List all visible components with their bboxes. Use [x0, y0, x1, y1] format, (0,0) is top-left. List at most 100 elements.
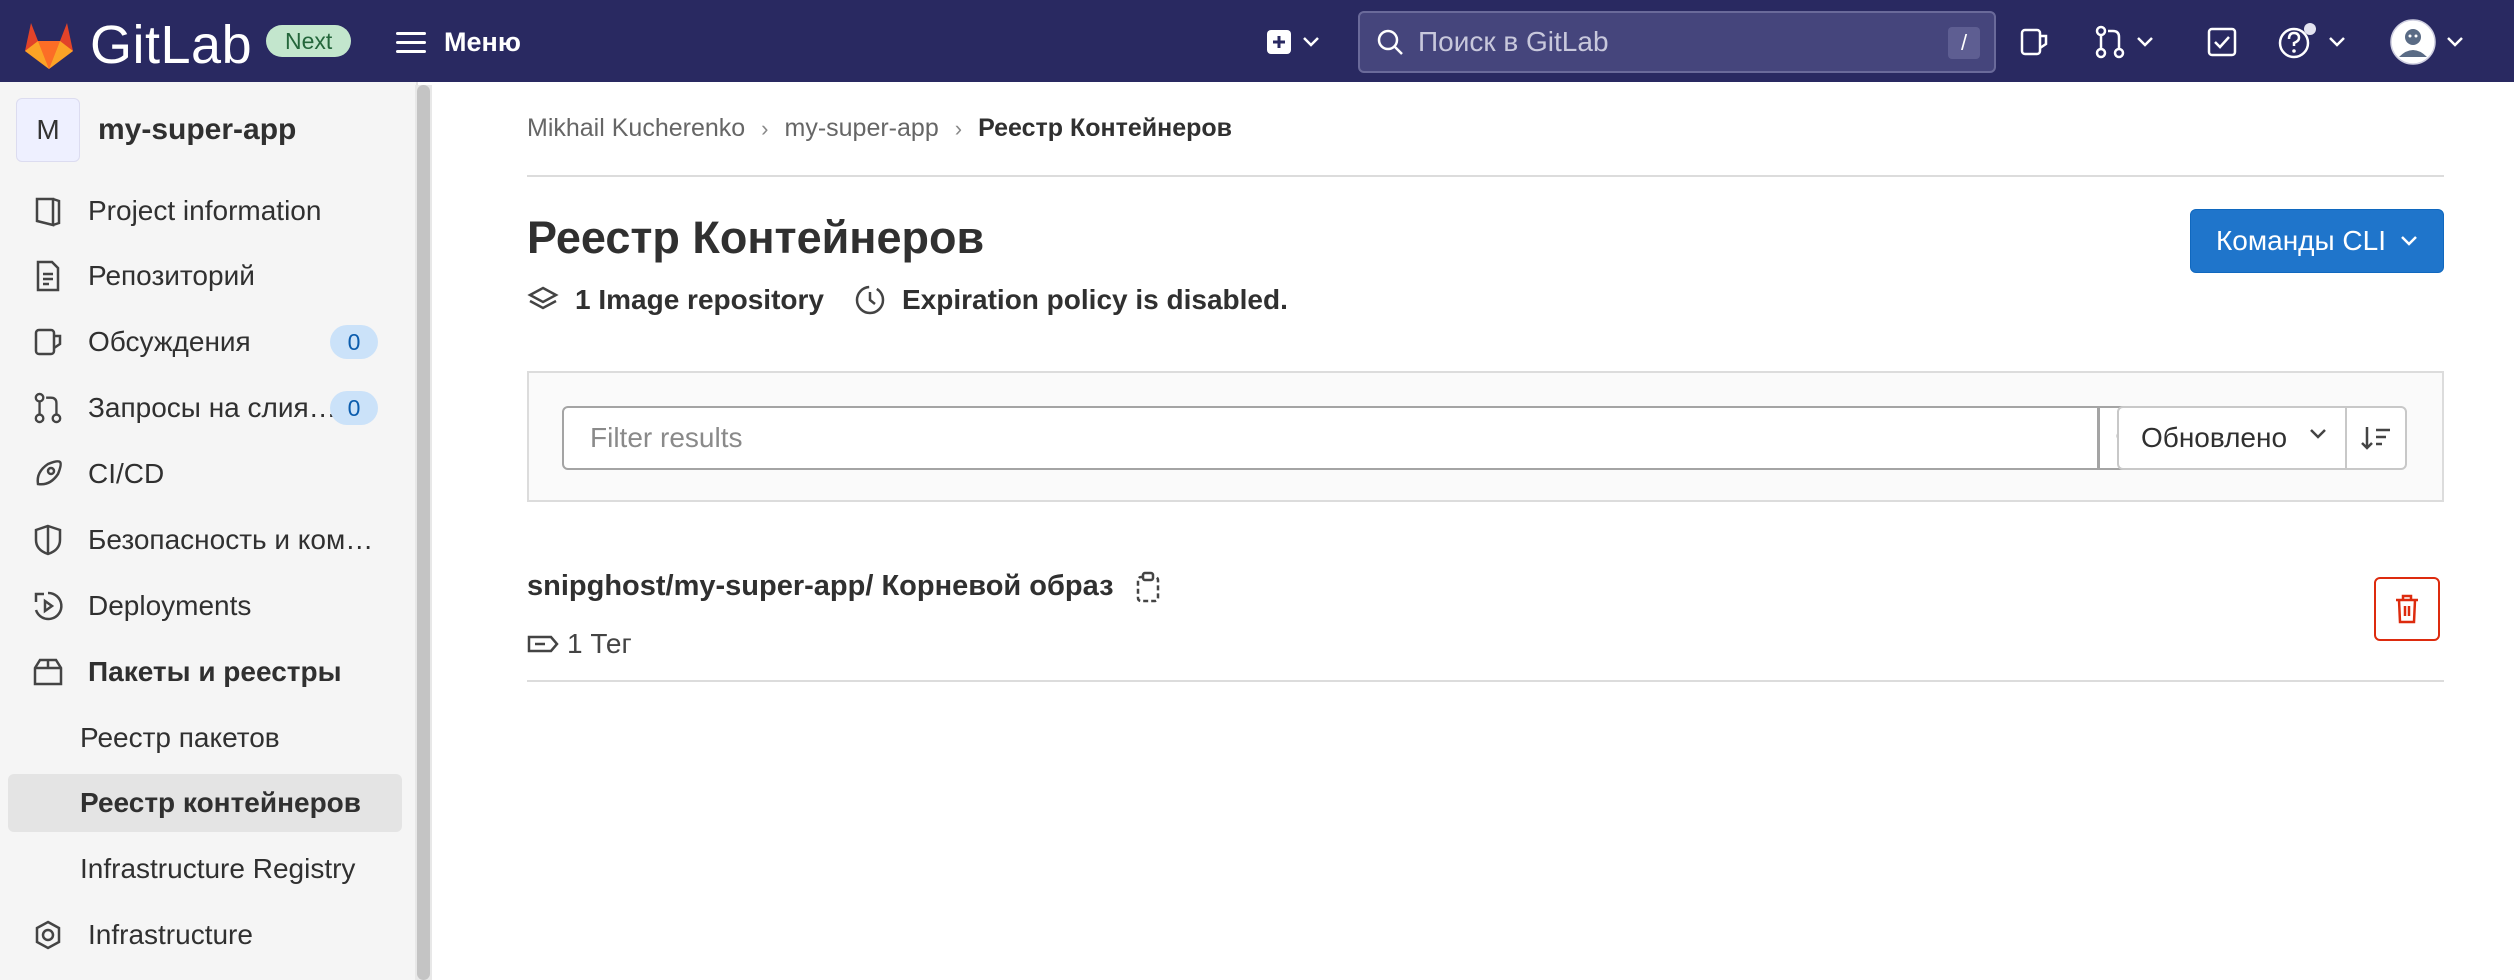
create-new-button[interactable] [1266, 22, 1320, 62]
hamburger-icon [396, 26, 426, 59]
search-placeholder: Поиск в GitLab [1418, 26, 1609, 57]
chevron-down-icon [2447, 37, 2463, 47]
image-repository-count: 1 Image repository [575, 284, 824, 315]
sidebar-item-container-registry[interactable]: Реестр контейнеров [8, 774, 402, 832]
sort-lowest-icon [2361, 427, 2390, 450]
document-icon [30, 258, 66, 294]
project-name: my-super-app [98, 113, 297, 146]
search-input[interactable]: Поиск в GitLab / [1358, 11, 1996, 73]
chevron-down-icon [2137, 37, 2153, 47]
sort-dropdown[interactable]: Обновлено [2117, 406, 2347, 470]
project-avatar: M [16, 98, 80, 162]
menu-label: Меню [444, 26, 521, 57]
breadcrumb-divider [527, 175, 2444, 177]
sort-direction-button[interactable] [2345, 406, 2407, 470]
merge-requests-count-badge: 0 [330, 391, 378, 425]
user-menu-button[interactable] [2390, 19, 2464, 65]
issues-icon [30, 324, 66, 360]
brand-name: GitLab [90, 15, 253, 75]
sidebar-item-ci-cd[interactable]: CI/CD [8, 445, 402, 503]
filter-placeholder: Filter results [590, 422, 743, 453]
sidebar-item-project-information[interactable]: Project information [8, 182, 402, 240]
chevron-down-icon [2329, 37, 2345, 47]
menu-button[interactable]: Меню [396, 22, 521, 62]
deployments-icon [30, 588, 66, 624]
todos-nav-button[interactable] [2206, 22, 2238, 62]
breadcrumb-current[interactable]: Реестр Контейнеров [978, 114, 1232, 143]
sidebar-item-label: Infrastructure [88, 919, 253, 950]
sidebar-item-merge-requests[interactable]: Запросы на слия… 0 [8, 379, 402, 437]
sidebar-item-label: Infrastructure Registry [80, 853, 356, 884]
gitlab-home-link[interactable]: GitLab [22, 14, 252, 76]
sidebar-scrollbar[interactable] [415, 85, 432, 980]
plus-square-icon [1267, 30, 1291, 54]
trash-icon [2396, 594, 2418, 624]
delete-repository-button[interactable] [2374, 577, 2440, 641]
cloud-gear-icon [30, 917, 66, 953]
page-title: Реестр Контейнеров [527, 212, 985, 263]
cli-commands-button[interactable]: Команды CLI [2190, 209, 2444, 273]
chevron-right-icon: › [954, 115, 963, 141]
shield-icon [30, 522, 66, 558]
breadcrumb-link-user[interactable]: Mikhail Kucherenko [527, 114, 745, 143]
filter-input[interactable]: Filter results [562, 406, 2099, 470]
layers-icon [527, 285, 559, 315]
breadcrumb-link-project[interactable]: my-super-app [785, 114, 939, 143]
help-nav-button[interactable] [2278, 22, 2346, 62]
merge-requests-nav-button[interactable] [2094, 22, 2154, 62]
sidebar-item-label: CI/CD [88, 458, 165, 489]
project-info-icon [30, 193, 66, 229]
sidebar-item-infrastructure[interactable]: Infrastructure [8, 906, 402, 964]
package-icon [30, 654, 66, 690]
sidebar-item-label: Репозиторий [88, 260, 255, 291]
search-shortcut-key: / [1948, 27, 1980, 59]
repository-tags: 1 Тег [527, 628, 632, 660]
sidebar-item-label: Реестр пакетов [80, 722, 280, 753]
sidebar-item-deployments[interactable]: Deployments [8, 577, 402, 635]
sidebar-item-repository[interactable]: Репозиторий [8, 247, 402, 305]
issues-icon [2020, 28, 2048, 56]
chevron-down-icon [1303, 37, 1319, 47]
sidebar-item-label: Project information [88, 195, 322, 226]
next-badge: Next [266, 25, 352, 57]
chevron-down-icon [2310, 429, 2326, 439]
help-icon [2278, 23, 2316, 59]
label-tag-icon [527, 634, 559, 654]
sidebar-scrollbar-thumb[interactable] [417, 85, 430, 980]
sidebar-item-packages-registries[interactable]: Пакеты и реестры [8, 643, 402, 701]
registry-meta: 1 Image repository Expiration policy is … [527, 284, 1288, 316]
merge-request-icon [2095, 25, 2125, 59]
top-navbar: GitLab Next Меню Поиск в GitLab / [0, 0, 2514, 82]
breadcrumb: Mikhail Kucherenko › my-super-app › Реес… [527, 114, 1232, 143]
sidebar-item-label: Безопасность и ком… [88, 524, 374, 555]
chevron-down-icon [2401, 236, 2417, 246]
rocket-icon [30, 456, 66, 492]
chevron-right-icon: › [761, 115, 769, 141]
expiration-policy-status: Expiration policy is disabled. [901, 284, 1288, 315]
gitlab-tanuki-icon [25, 23, 73, 69]
sidebar-item-label: Обсуждения [88, 326, 251, 357]
issues-count-badge: 0 [330, 325, 378, 359]
sidebar-item-issues[interactable]: Обсуждения 0 [8, 313, 402, 371]
sidebar-item-label: Deployments [88, 590, 252, 621]
search-icon [1377, 29, 1403, 55]
list-item: snipghost/my-super-app/ Корневой образ 1… [527, 560, 2444, 682]
copy-icon[interactable] [1134, 571, 1162, 603]
sidebar-item-security-compliance[interactable]: Безопасность и ком… [8, 511, 402, 569]
sort-label: Обновлено [2141, 422, 2288, 453]
filter-bar: Filter results Обновлено [527, 371, 2444, 502]
merge-request-icon [30, 390, 66, 426]
repository-name: snipghost/my-super-app/ Корневой образ [527, 570, 1114, 602]
sidebar-item-infrastructure-registry[interactable]: Infrastructure Registry [8, 840, 402, 898]
issues-nav-button[interactable] [2018, 22, 2050, 62]
avatar [2390, 19, 2436, 65]
cli-commands-label: Команды CLI [2216, 225, 2386, 256]
repository-link[interactable]: snipghost/my-super-app/ Корневой образ [527, 570, 1162, 603]
sidebar-item-package-registry[interactable]: Реестр пакетов [8, 709, 402, 767]
sidebar-item-label: Запросы на слия… [88, 392, 337, 423]
expire-clock-icon [854, 284, 886, 316]
todo-checkbox-icon [2207, 27, 2237, 57]
sidebar-item-label: Реестр контейнеров [80, 787, 361, 818]
project-header-link[interactable]: M my-super-app [16, 98, 296, 162]
tag-count: 1 Тег [567, 628, 632, 659]
